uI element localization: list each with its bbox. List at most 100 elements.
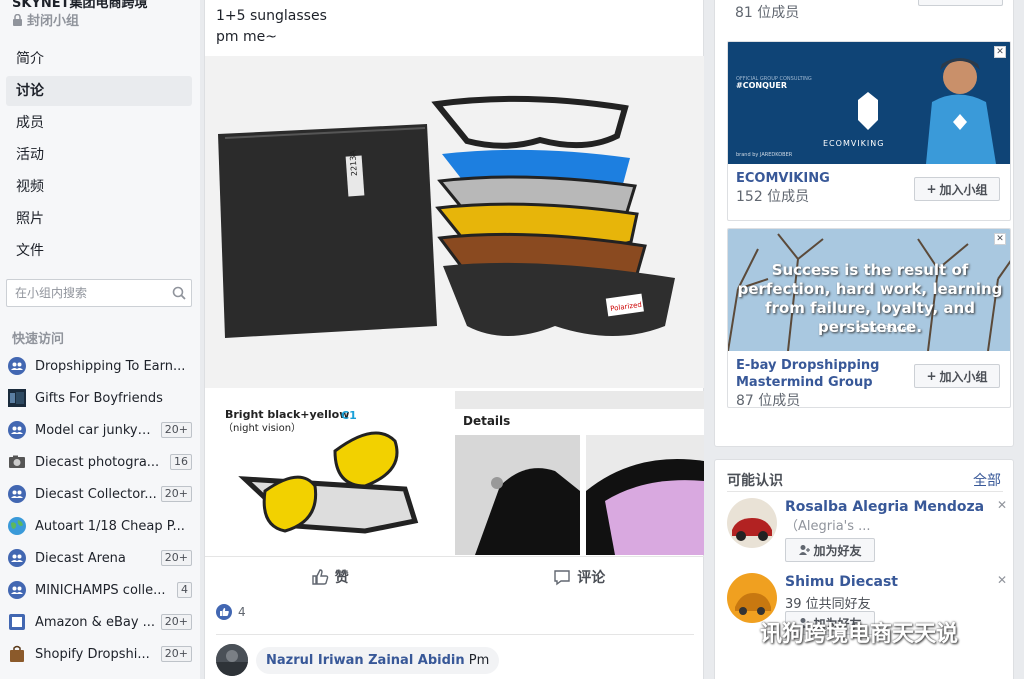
case-label: 2213A bbox=[348, 149, 359, 176]
group-nav: 简介 讨论 成员 活动 视频 照片 文件 bbox=[6, 44, 192, 268]
comment-text: Pm bbox=[468, 652, 490, 668]
add-friend-button[interactable]: 加为好友 bbox=[785, 538, 875, 562]
case-image: 2213A bbox=[218, 124, 437, 338]
like-reaction-icon bbox=[216, 604, 232, 620]
page-icon bbox=[9, 614, 25, 630]
quick-access-item[interactable]: MINICHAMPS colle... 4 bbox=[8, 574, 192, 606]
group-search bbox=[6, 279, 192, 307]
divider bbox=[216, 634, 694, 635]
nav-discussion[interactable]: 讨论 bbox=[6, 76, 192, 106]
quick-access-item[interactable]: Autoart 1/18 Cheap P... bbox=[8, 510, 192, 542]
quick-access-item[interactable]: Shopify Dropshi... 20+ bbox=[8, 638, 192, 670]
close-icon[interactable]: ✕ bbox=[994, 233, 1006, 245]
person-name[interactable]: Rosalba Alegria Mendoza （Alegria's ... bbox=[785, 498, 995, 536]
closed-group-text: 封闭小组 bbox=[27, 14, 80, 29]
quick-access-item[interactable]: Diecast photogra... 16 bbox=[8, 446, 192, 478]
quick-access-item[interactable]: Diecast Collector... 20+ bbox=[8, 478, 192, 510]
nav-about[interactable]: 简介 bbox=[6, 44, 192, 74]
left-sidebar: SKYNET集团电商跨境 封闭小组 简介 讨论 成员 活动 视频 照片 文件 快… bbox=[0, 0, 200, 679]
group-name[interactable]: E-bay Dropshipping Mastermind Group bbox=[736, 357, 906, 391]
avatar[interactable] bbox=[727, 498, 777, 548]
post-text-line: 1+5 sunglasses bbox=[216, 8, 327, 24]
quick-access-item[interactable]: Model car junkyard 20+ bbox=[8, 414, 192, 446]
quick-access-item[interactable]: Amazon & eBay ... 20+ bbox=[8, 606, 192, 638]
quick-access-label: MINICHAMPS colle... bbox=[35, 582, 166, 598]
reaction-count: 4 bbox=[238, 605, 246, 619]
photo-subcaption: （night vision） bbox=[223, 422, 301, 434]
group-icon bbox=[8, 421, 26, 439]
camera-icon bbox=[9, 455, 25, 468]
reactions-summary[interactable]: 4 bbox=[216, 604, 246, 620]
quick-access-list: Dropshipping To Earn... Gifts For Boyfri… bbox=[8, 350, 192, 670]
person-alias: （Alegria's ... bbox=[785, 519, 871, 534]
post-main-photo[interactable]: 2213A Polarized bbox=[205, 56, 704, 388]
photo-code: C1 bbox=[341, 409, 357, 422]
group-name[interactable]: ECOMVIKING bbox=[736, 170, 906, 187]
photo-caption: Bright black+yellow bbox=[225, 408, 349, 421]
nav-events[interactable]: 活动 bbox=[6, 140, 192, 170]
pymk-title: 可能认识 bbox=[727, 473, 783, 489]
quick-access-label: Amazon & eBay ... bbox=[35, 614, 156, 630]
lock-icon bbox=[13, 13, 22, 26]
wechat-icon bbox=[724, 620, 754, 643]
quick-access-item[interactable]: Dropshipping To Earn... bbox=[8, 350, 192, 382]
group-icon bbox=[8, 485, 26, 503]
quote-author: Colin Powell bbox=[858, 325, 912, 335]
post-photo-night-vision[interactable]: Bright black+yellow C1 （night vision） bbox=[205, 391, 452, 555]
watermark-text: 讯狗跨境电商天天说 bbox=[760, 622, 959, 647]
bag-icon bbox=[10, 645, 24, 662]
group-search-input[interactable] bbox=[7, 286, 167, 300]
quick-access-label: Diecast photogra... bbox=[35, 454, 160, 470]
notification-badge: 4 bbox=[177, 582, 192, 598]
photo-caption: Details bbox=[463, 414, 510, 428]
like-button[interactable]: 赞 bbox=[205, 557, 455, 596]
person-name-text: Rosalba Alegria Mendoza bbox=[785, 499, 985, 515]
comment-icon bbox=[554, 569, 570, 585]
add-friend-label: 加为好友 bbox=[813, 543, 862, 558]
comment-button[interactable]: 评论 bbox=[455, 557, 705, 596]
add-friend-icon bbox=[799, 545, 811, 555]
quick-access-title: 快速访问 bbox=[12, 332, 65, 347]
post-actions: 赞 评论 bbox=[205, 556, 704, 596]
join-button-partial[interactable] bbox=[918, 0, 1003, 6]
group-icon bbox=[8, 549, 26, 567]
join-group-button[interactable]: + 加入小组 bbox=[914, 177, 1000, 201]
avatar[interactable] bbox=[216, 644, 248, 676]
quick-access-item[interactable]: Diecast Arena 20+ bbox=[8, 542, 192, 574]
nav-members[interactable]: 成员 bbox=[6, 108, 192, 138]
search-icon[interactable] bbox=[167, 281, 191, 305]
close-icon[interactable]: ✕ bbox=[997, 498, 1007, 512]
post-text: 1+5 sunglasses pm me~ bbox=[216, 6, 327, 48]
nav-photos[interactable]: 照片 bbox=[6, 204, 192, 234]
person-name[interactable]: Shimu Diecast bbox=[785, 573, 995, 592]
quick-access-item[interactable]: Gifts For Boyfriends bbox=[8, 382, 192, 414]
quick-access-label: Autoart 1/18 Cheap P... bbox=[35, 518, 185, 534]
photo-icon bbox=[8, 389, 26, 407]
banner-by: brand by JAREDKOBER bbox=[736, 152, 793, 158]
close-icon[interactable]: ✕ bbox=[997, 573, 1007, 587]
notification-badge: 16 bbox=[170, 454, 192, 470]
post-photo-details[interactable]: Details bbox=[455, 391, 704, 555]
nav-videos[interactable]: 视频 bbox=[6, 172, 192, 202]
join-group-button[interactable]: + 加入小组 bbox=[914, 364, 1000, 388]
notification-badge: 20+ bbox=[160, 422, 192, 438]
person-suggestion: Rosalba Alegria Mendoza （Alegria's ... 加… bbox=[727, 498, 1007, 568]
quick-access-label: Gifts For Boyfriends bbox=[35, 390, 163, 406]
group-cover[interactable]: OFFICIAL GROUP CONSULTING #CONQUER ECOMV… bbox=[728, 42, 1010, 164]
see-all-link[interactable]: 全部 bbox=[973, 470, 1001, 490]
divider bbox=[727, 491, 1003, 492]
close-icon[interactable]: ✕ bbox=[994, 46, 1006, 58]
post-text-line: pm me~ bbox=[216, 29, 277, 45]
group-cover[interactable]: Success is the result of perfection, har… bbox=[728, 229, 1010, 351]
closed-group-label: 封闭小组 bbox=[12, 10, 79, 29]
comment-author[interactable]: Nazrul Iriwan Zainal Abidin bbox=[266, 653, 465, 668]
nav-files[interactable]: 文件 bbox=[6, 236, 192, 266]
mutual-friends[interactable]: 39 位共同好友 bbox=[785, 593, 871, 612]
suggested-group: Success is the result of perfection, har… bbox=[727, 228, 1011, 408]
banner-tag: #CONQUER bbox=[736, 81, 787, 90]
plus-icon: + bbox=[926, 182, 937, 196]
quick-access-label: Dropshipping To Earn... bbox=[35, 358, 186, 374]
notification-badge: 20+ bbox=[160, 550, 192, 566]
plus-icon: + bbox=[926, 369, 937, 383]
quick-access-label: Model car junkyard bbox=[35, 422, 157, 438]
